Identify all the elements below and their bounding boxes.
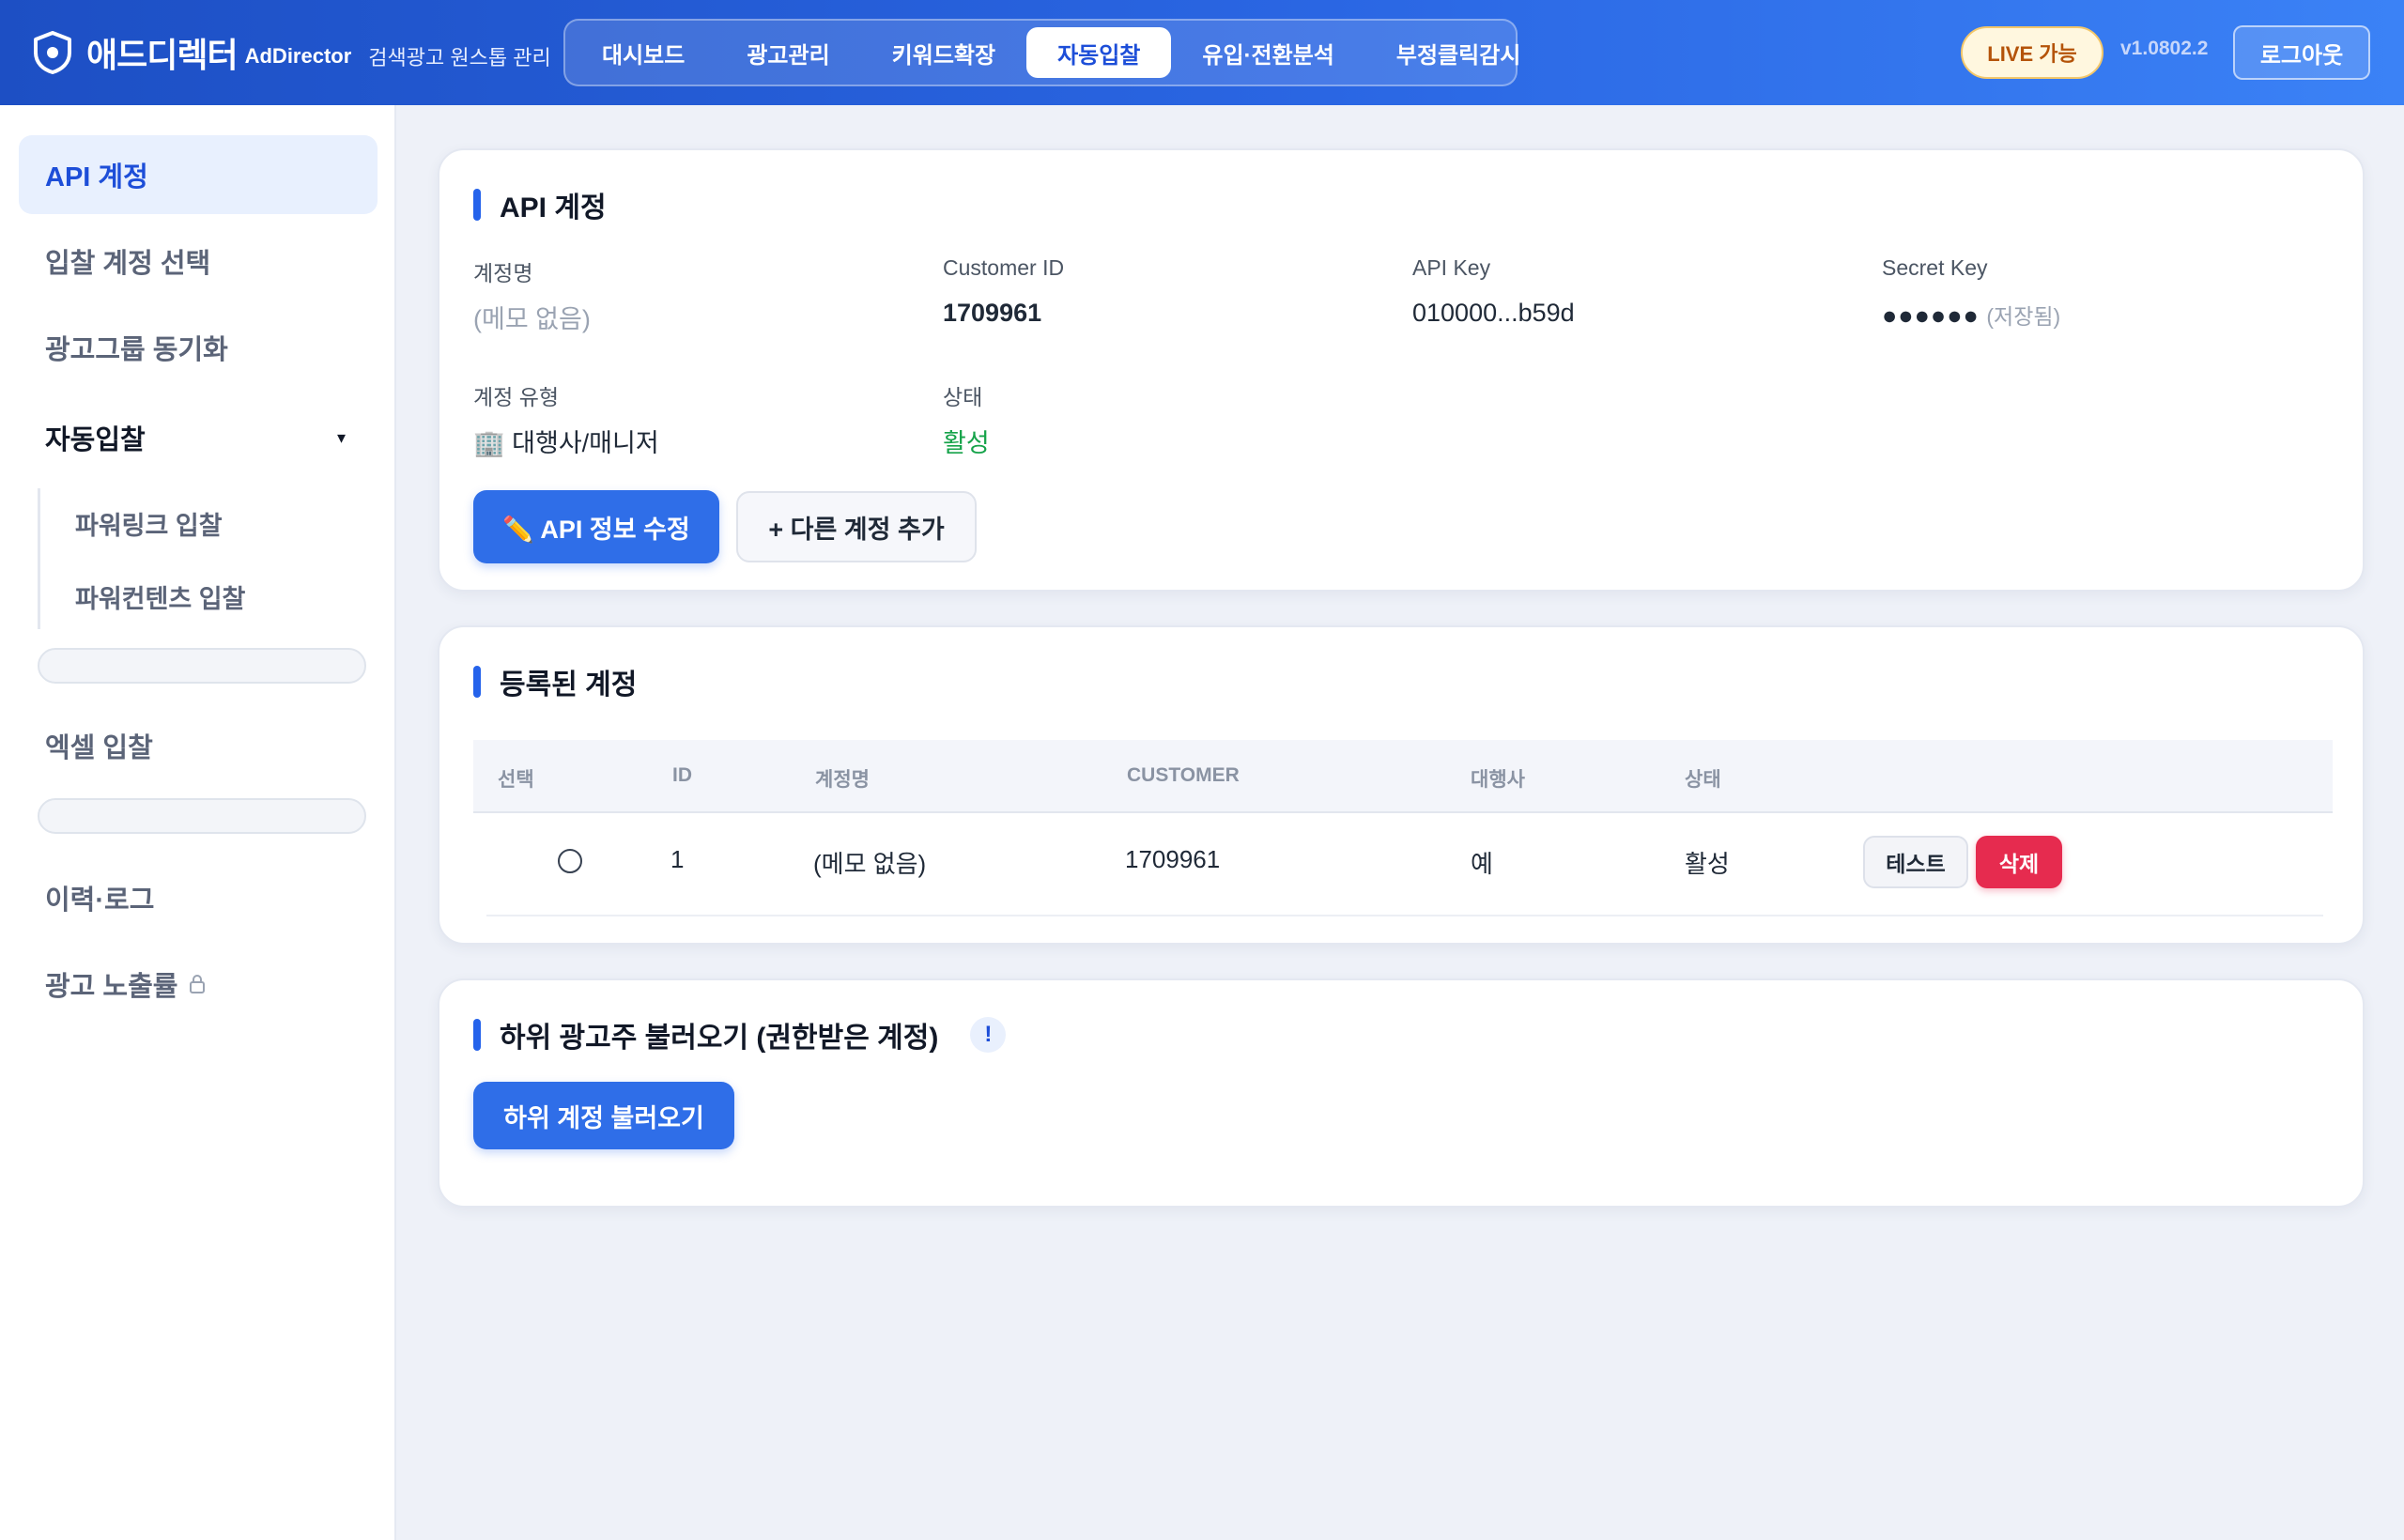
load-sub-accounts-button[interactable]: 하위 계정 불러오기 [473, 1082, 734, 1149]
sidebar-item-ad-exposure[interactable]: 광고 노출률 [19, 945, 378, 1024]
card-title: 등록된 계정 [473, 661, 637, 702]
sidebar-item-bid-account-select[interactable]: 입찰 계정 선택 [19, 222, 378, 300]
sidebar-item-api-account[interactable]: API 계정 [19, 135, 378, 214]
sidebar-item-adgroup-sync[interactable]: 광고그룹 동기화 [19, 308, 378, 387]
main-nav: 대시보드 광고관리 키워드확장 자동입찰 유입·전환분석 부정클릭감시 [563, 19, 1520, 86]
submenu-divider [38, 488, 40, 629]
account-type-label: 계정 유형 [473, 385, 560, 409]
sidebar-placeholder-pill [38, 798, 366, 834]
sidebar-item-label: 이력·로그 [45, 886, 155, 916]
sidebar-item-label: 입찰 계정 선택 [45, 249, 211, 279]
row-id: 1 [670, 845, 685, 873]
card-title: API 계정 [473, 184, 607, 225]
sub-advertiser-card: 하위 광고주 불러오기 (권한받은 계정) ! 하위 계정 불러오기 [438, 978, 2365, 1208]
tab-auto-bid[interactable]: 자동입찰 [1026, 27, 1172, 78]
lock-icon [190, 975, 206, 993]
registered-accounts-title: 등록된 계정 [500, 670, 638, 701]
title-accent-bar [473, 189, 481, 221]
live-status-badge: LIVE 가능 [1961, 26, 2104, 79]
api-account-card: API 계정 계정명 (메모 없음) Customer ID 1709961 A… [438, 148, 2365, 592]
customer-id-value: 1709961 [943, 299, 1042, 327]
sidebar: API 계정 입찰 계정 선택 광고그룹 동기화 자동입찰 ▾ 파워링크 입찰 … [0, 105, 396, 1540]
sidebar-subitem-powercontents[interactable]: 파워컨텐츠 입찰 [75, 578, 245, 615]
row-select-radio[interactable] [558, 849, 582, 873]
row-agency: 예 [1471, 850, 1493, 878]
secret-key-dots: ●●●●●● [1882, 301, 1980, 330]
account-type-value: 🏢 대행사/매니저 [473, 423, 659, 459]
brand[interactable]: 애드디렉터 AdDirector 검색광고 원스톱 관리 [32, 28, 551, 77]
sub-advertiser-title: 하위 광고주 불러오기 (권한받은 계정) [500, 1023, 939, 1054]
column-header-select: 선택 [498, 769, 534, 791]
tab-keyword-expansion[interactable]: 키워드확장 [861, 27, 1026, 78]
add-account-button[interactable]: + 다른 계정 추가 [736, 491, 977, 562]
sidebar-item-label: 광고그룹 동기화 [45, 335, 228, 365]
sidebar-item-label: API 계정 [45, 162, 148, 192]
api-key-label: API Key [1412, 255, 1491, 280]
api-account-title: API 계정 [500, 192, 607, 223]
building-icon: 🏢 [473, 429, 505, 457]
sidebar-group-auto-bid[interactable]: 자동입찰 ▾ [19, 398, 378, 477]
sidebar-item-label: 엑셀 입찰 [45, 733, 153, 763]
brand-subtitle: 검색광고 원스톱 관리 [368, 46, 551, 69]
row-customer: 1709961 [1125, 845, 1221, 873]
info-icon[interactable]: ! [970, 1017, 1007, 1053]
secret-key-label: Secret Key [1882, 255, 1988, 280]
top-header: 애드디렉터 AdDirector 검색광고 원스톱 관리 대시보드 광고관리 키… [0, 0, 2404, 105]
edit-api-info-button[interactable]: ✏️ API 정보 수정 [473, 490, 719, 563]
brand-name-kr: 애드디렉터 [86, 36, 239, 74]
account-name-label: 계정명 [473, 261, 533, 285]
sidebar-placeholder-pill [38, 648, 366, 684]
test-button[interactable]: 테스트 [1863, 836, 1968, 888]
title-accent-bar [473, 666, 481, 698]
row-status: 활성 [1685, 850, 1730, 878]
title-accent-bar [473, 1019, 481, 1051]
card-title: 하위 광고주 불러오기 (권한받은 계정) ! [473, 1014, 1007, 1055]
tab-traffic-conversion[interactable]: 유입·전환분석 [1171, 27, 1364, 78]
tab-ad-management[interactable]: 광고관리 [716, 27, 860, 78]
row-divider [486, 915, 2323, 916]
account-type-text: 대행사/매니저 [512, 429, 659, 457]
brand-name-en: AdDirector [244, 44, 352, 68]
column-header-id: ID [672, 764, 692, 786]
sidebar-item-history-log[interactable]: 이력·로그 [19, 858, 378, 937]
tab-fraud-click[interactable]: 부정클릭감시 [1365, 27, 1551, 78]
sidebar-subitem-powerlink[interactable]: 파워링크 입찰 [75, 505, 223, 542]
column-header-agency: 대행사 [1471, 769, 1525, 791]
tab-dashboard[interactable]: 대시보드 [571, 27, 716, 78]
column-header-status: 상태 [1685, 769, 1721, 791]
secret-key-saved: (저장됨) [1986, 304, 2061, 329]
customer-id-label: Customer ID [943, 255, 1065, 280]
column-header-name: 계정명 [815, 769, 870, 791]
status-label: 상태 [943, 385, 983, 409]
delete-button[interactable]: 삭제 [1976, 836, 2062, 888]
column-header-customer: CUSTOMER [1127, 764, 1240, 786]
registered-accounts-card: 등록된 계정 선택 ID 계정명 CUSTOMER 대행사 상태 1 (메모 없… [438, 625, 2365, 945]
sidebar-item-label: 자동입찰 [45, 425, 146, 455]
account-name-value: (메모 없음) [473, 305, 591, 333]
sidebar-item-label: 광고 노출률 [45, 972, 178, 1002]
version-label: v1.0802.2 [2120, 38, 2209, 59]
sidebar-item-excel-bid[interactable]: 엑셀 입찰 [19, 706, 378, 785]
caret-down-icon: ▾ [336, 427, 346, 447]
api-key-value: 010000...b59d [1412, 299, 1575, 327]
secret-key-value: ●●●●●● (저장됨) [1882, 299, 2060, 331]
shield-logo-icon [34, 31, 71, 74]
status-value: 활성 [943, 429, 990, 457]
table-header: 선택 ID 계정명 CUSTOMER 대행사 상태 [473, 740, 2333, 813]
logout-button[interactable]: 로그아웃 [2233, 25, 2370, 80]
row-account-name: (메모 없음) [813, 850, 927, 878]
